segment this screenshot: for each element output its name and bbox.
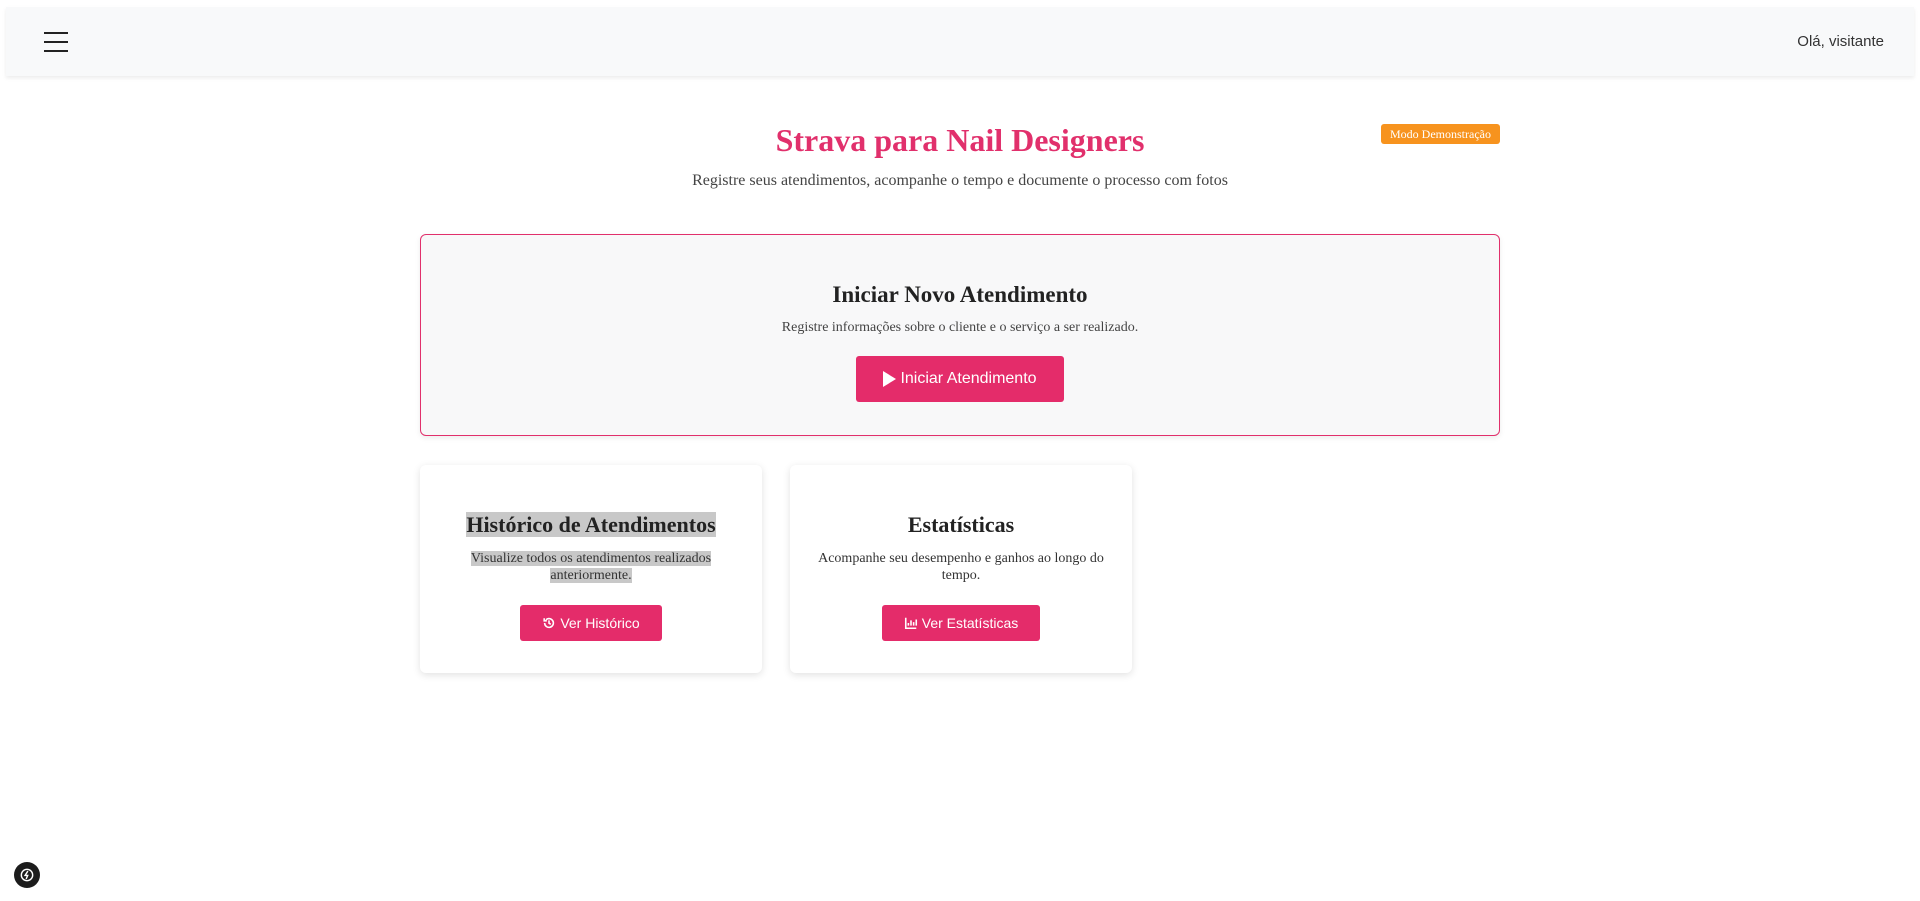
view-statistics-button[interactable]: Ver Estatísticas — [881, 605, 1041, 641]
new-appointment-card: Iniciar Novo Atendimento Registre inform… — [420, 234, 1500, 436]
new-appointment-title: Iniciar Novo Atendimento — [832, 282, 1088, 307]
page-subtitle: Registre seus atendimentos, acompanhe o … — [692, 172, 1228, 189]
statistics-title: Estatísticas — [907, 512, 1015, 537]
start-appointment-button[interactable]: Iniciar Atendimento — [856, 356, 1064, 402]
quick-action-button[interactable] — [14, 862, 40, 888]
start-appointment-label: Iniciar Atendimento — [900, 370, 1037, 387]
history-card: Histórico de Atendimentos Visualize todo… — [420, 465, 762, 673]
new-appointment-description: Registre informações sobre o cliente e o… — [781, 320, 1139, 335]
statistics-card: Estatísticas Acompanhe seu desempenho e … — [790, 465, 1132, 673]
bar-chart-icon — [904, 617, 917, 630]
demo-mode-badge: Modo Demonstração — [1381, 124, 1500, 144]
user-greeting: Olá, visitante — [1797, 33, 1884, 50]
top-navbar: Olá, visitante — [6, 7, 1914, 76]
statistics-description: Acompanhe seu desempenho e ganhos ao lon… — [818, 551, 1104, 583]
page-title: Strava para Nail Designers — [775, 122, 1145, 158]
history-icon — [543, 617, 555, 629]
hamburger-menu-icon[interactable] — [44, 27, 74, 57]
history-description: Visualize todos os atendimentos realizad… — [470, 551, 712, 583]
view-history-label: Ver Histórico — [560, 615, 640, 631]
play-icon — [883, 371, 897, 387]
history-title: Histórico de Atendimentos — [466, 512, 716, 537]
lightning-icon — [20, 868, 34, 882]
view-history-button[interactable]: Ver Histórico — [520, 605, 662, 641]
view-statistics-label: Ver Estatísticas — [921, 615, 1019, 631]
